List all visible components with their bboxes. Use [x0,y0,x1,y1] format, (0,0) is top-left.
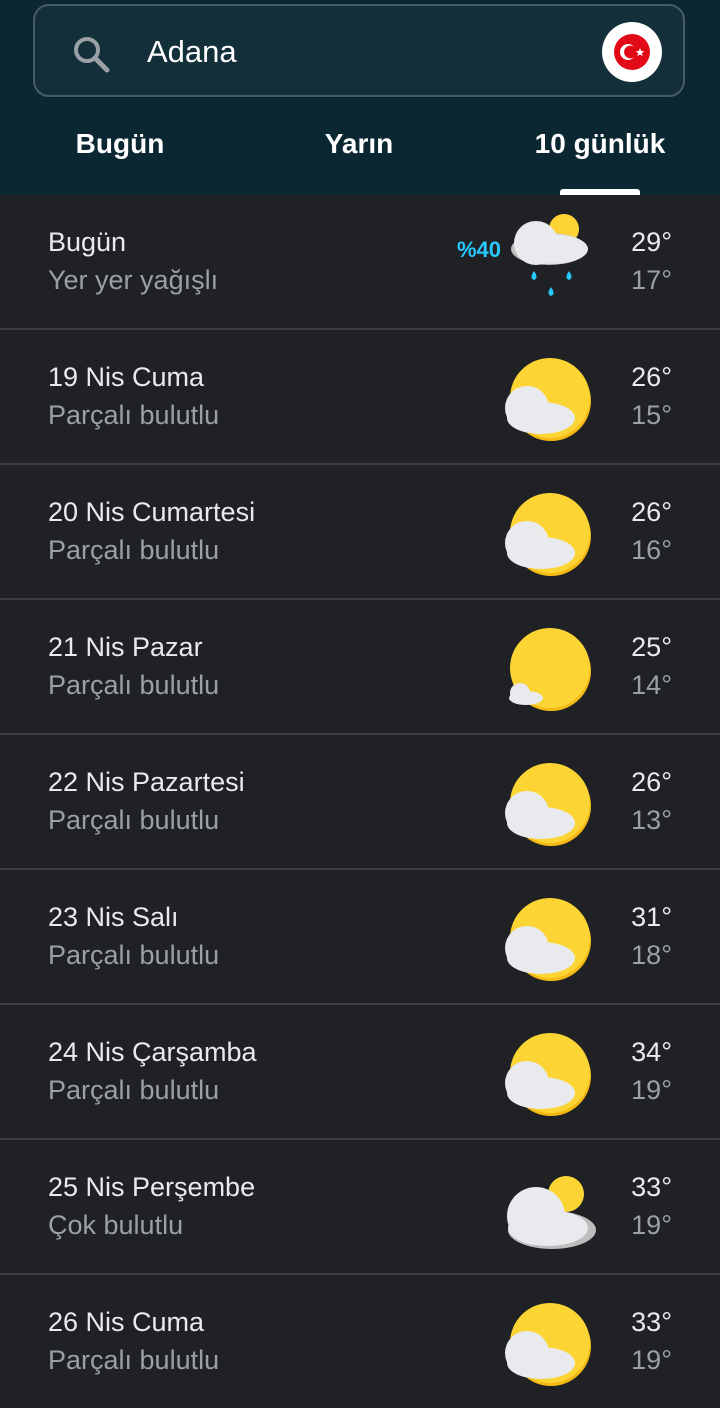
forecast-row[interactable]: 26 Nis Cuma Parçalı bulutlu 33° 19° [0,1275,720,1408]
low-temp: 15° [631,400,672,430]
forecast-day: 23 Nis Salı [48,902,179,932]
low-temp: 18° [631,940,672,970]
high-temp: 33° [631,1307,672,1337]
mostly-sunny-icon [509,628,591,711]
low-temp: 19° [631,1210,672,1240]
high-temp: 31° [631,902,672,932]
forecast-day: 24 Nis Çarşamba [48,1037,257,1067]
search-input[interactable] [147,30,567,74]
partly-cloudy-icon [505,493,591,576]
forecast-row[interactable]: 25 Nis Perşembe Çok bulutlu 33° 19° [0,1140,720,1275]
tab-bugun[interactable]: Bugün [60,128,180,164]
forecast-row[interactable]: 22 Nis Pazartesi Parçalı bulutlu 26° 13° [0,735,720,870]
mostly-cloudy-icon [507,1176,596,1249]
turkey-flag-icon[interactable] [602,22,662,82]
forecast-condition: Parçalı bulutlu [48,400,220,430]
forecast-day: 22 Nis Pazartesi [48,767,245,797]
low-temp: 14° [631,670,672,700]
high-temp: 26° [631,362,672,392]
forecast-row[interactable]: Bugün Yer yer yağışlı %40 29° 17° [0,195,720,330]
low-temp: 17° [631,265,672,295]
tab-10-gunluk[interactable]: 10 günlük [520,128,680,164]
forecast-condition: Yer yer yağışlı [48,265,219,295]
forecast-day: Bugün [48,227,127,257]
forecast-row[interactable]: 21 Nis Pazar Parçalı bulutlu 25° 14° [0,600,720,735]
forecast-row[interactable]: 20 Nis Cumartesi Parçalı bulutlu 26° 16° [0,465,720,600]
high-temp: 29° [631,227,672,257]
partly-cloudy-icon [505,763,591,846]
low-temp: 16° [631,535,672,565]
partly-cloudy-icon [505,358,591,441]
forecast-day: 19 Nis Cuma [48,362,205,392]
high-temp: 26° [631,767,672,797]
high-temp: 25° [631,632,672,662]
forecast-day: 26 Nis Cuma [48,1307,205,1337]
forecast-condition: Parçalı bulutlu [48,670,220,700]
precip-chance: %40 [457,237,502,262]
low-temp: 19° [631,1075,672,1105]
forecast-day: 21 Nis Pazar [48,632,203,662]
partly-cloudy-icon [505,898,591,981]
rain-cloud-sun-icon [511,214,588,296]
low-temp: 13° [631,805,672,835]
app-header: Bugün Yarın 10 günlük [0,0,720,195]
forecast-day: 20 Nis Cumartesi [48,497,256,527]
partly-cloudy-icon [505,1303,591,1386]
forecast-condition: Çok bulutlu [48,1210,184,1240]
forecast-condition: Parçalı bulutlu [48,1075,220,1105]
forecast-day: 25 Nis Perşembe [48,1172,256,1202]
high-temp: 33° [631,1172,672,1202]
forecast-row[interactable]: 23 Nis Salı Parçalı bulutlu 31° 18° [0,870,720,1005]
high-temp: 34° [631,1037,672,1067]
low-temp: 19° [631,1345,672,1375]
forecast-row[interactable]: 19 Nis Cuma Parçalı bulutlu 26° 15° [0,330,720,465]
search-icon[interactable] [71,34,111,74]
high-temp: 26° [631,497,672,527]
tab-yarin[interactable]: Yarın [300,128,418,164]
partly-cloudy-icon [505,1033,591,1116]
search-bar[interactable] [33,4,685,97]
forecast-condition: Parçalı bulutlu [48,805,220,835]
forecast-condition: Parçalı bulutlu [48,1345,220,1375]
forecast-list: Bugün Yer yer yağışlı %40 29° 17° 19 Nis… [0,195,720,1408]
forecast-condition: Parçalı bulutlu [48,535,220,565]
forecast-condition: Parçalı bulutlu [48,940,220,970]
forecast-row[interactable]: 24 Nis Çarşamba Parçalı bulutlu 34° 19° [0,1005,720,1140]
